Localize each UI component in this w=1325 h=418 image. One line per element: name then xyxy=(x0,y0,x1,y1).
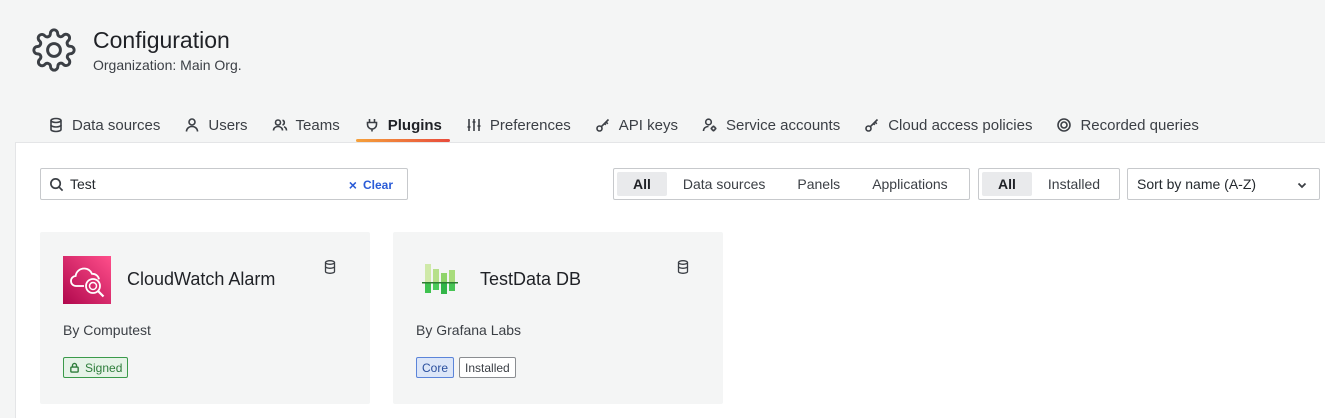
install-state-filter: All Installed xyxy=(978,168,1120,200)
close-icon: × xyxy=(348,177,357,193)
plugin-name: TestData DB xyxy=(480,269,582,289)
plugin-author: By Grafana Labs xyxy=(416,322,522,338)
user-icon xyxy=(186,118,199,132)
plugin-name: CloudWatch Alarm xyxy=(127,269,276,289)
tab-label: API keys xyxy=(618,116,678,134)
sort-value: Sort by name (A-Z) xyxy=(1137,176,1257,192)
page-header: Configuration Organization: Main Org. xyxy=(32,26,242,73)
search-box: × Clear xyxy=(40,168,408,200)
page-title: Configuration xyxy=(93,27,230,53)
tab-label: Users xyxy=(208,116,248,134)
tab-preferences[interactable]: Preferences xyxy=(458,108,579,142)
tab-cloud-access-policies[interactable]: Cloud access policies xyxy=(856,108,1040,142)
user-cog-icon xyxy=(702,118,717,132)
badge-label: Signed xyxy=(85,360,123,375)
filter-install-all[interactable]: All xyxy=(982,172,1032,196)
plugins-panel: × Clear All Data sources Panels Applicat… xyxy=(15,142,1325,418)
tab-users[interactable]: Users xyxy=(176,108,255,142)
search-input[interactable] xyxy=(70,176,340,192)
sliders-icon xyxy=(467,119,481,131)
tab-recorded-queries[interactable]: Recorded queries xyxy=(1048,108,1206,142)
installed-badge: Installed xyxy=(459,357,516,378)
tab-teams[interactable]: Teams xyxy=(264,108,348,142)
database-icon xyxy=(677,260,689,274)
tab-data-sources[interactable]: Data sources xyxy=(40,108,168,142)
tab-label: Cloud access policies xyxy=(888,116,1033,134)
tab-label: Service accounts xyxy=(725,116,841,134)
plugin-card-cloudwatch-alarm[interactable]: CloudWatch Alarm By Computest Signed xyxy=(40,232,370,404)
lock-icon xyxy=(70,362,79,373)
filter-type-panels[interactable]: Panels xyxy=(781,172,856,196)
search-icon xyxy=(50,177,64,191)
tab-api-keys[interactable]: API keys xyxy=(587,108,686,142)
config-tabs: Data sources Users Teams Plugins Prefere… xyxy=(40,108,1215,142)
tab-label: Recorded queries xyxy=(1080,116,1199,134)
testdata-logo-icon xyxy=(422,264,458,294)
plugin-card-testdata-db[interactable]: TestData DB By Grafana Labs Core Install… xyxy=(393,232,723,404)
clear-button[interactable]: × Clear xyxy=(349,177,393,193)
tab-label: Plugins xyxy=(387,116,442,134)
users-icon xyxy=(272,119,287,131)
key-icon xyxy=(865,118,879,132)
plug-icon xyxy=(366,119,378,132)
clear-label: Clear xyxy=(362,178,393,192)
page-subtitle: Organization: Main Org. xyxy=(93,57,242,73)
tab-label: Teams xyxy=(295,116,340,134)
filter-type-all[interactable]: All xyxy=(617,172,667,196)
key-icon xyxy=(595,118,609,132)
tab-plugins[interactable]: Plugins xyxy=(355,108,451,142)
filter-type-applications[interactable]: Applications xyxy=(856,172,964,196)
database-icon xyxy=(50,117,62,133)
filter-type-data-sources[interactable]: Data sources xyxy=(667,172,781,196)
core-badge: Core xyxy=(416,357,455,378)
filter-install-installed[interactable]: Installed xyxy=(1032,172,1116,196)
tab-label: Preferences xyxy=(489,116,571,134)
chevron-down-icon xyxy=(1297,182,1307,189)
gear-icon xyxy=(32,27,76,72)
sort-select[interactable]: Sort by name (A-Z) xyxy=(1127,168,1320,200)
plugin-author: By Computest xyxy=(63,322,151,338)
plugin-type-filter: All Data sources Panels Applications xyxy=(613,168,970,200)
plugin-badges: Core Installed xyxy=(416,357,521,378)
cloudwatch-logo-icon xyxy=(63,256,111,304)
signed-badge: Signed xyxy=(63,357,129,378)
plugin-badges: Signed xyxy=(63,357,133,378)
tab-label: Data sources xyxy=(72,116,161,134)
database-icon xyxy=(324,260,336,274)
tab-service-accounts[interactable]: Service accounts xyxy=(694,108,848,142)
record-icon xyxy=(1057,118,1072,132)
